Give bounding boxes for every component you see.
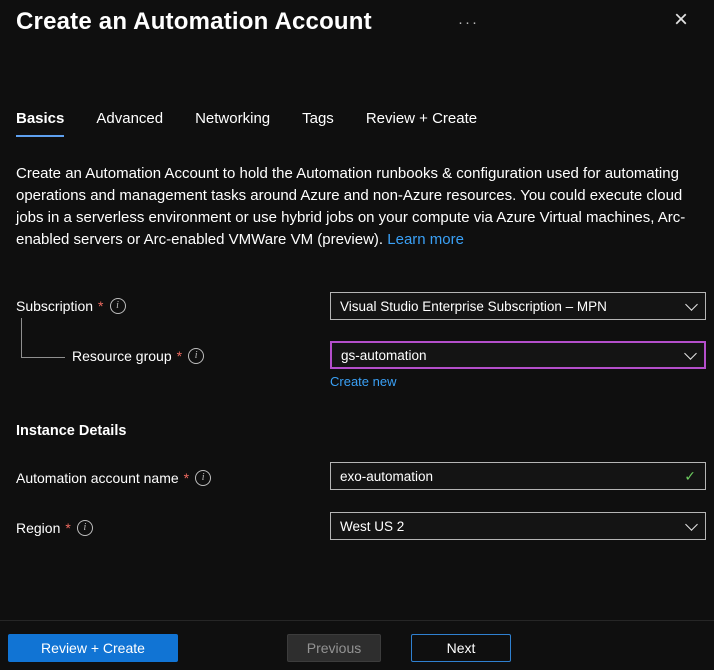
- chevron-down-icon: [685, 298, 698, 311]
- review-create-button[interactable]: Review + Create: [8, 634, 178, 662]
- description-text: Create an Automation Account to hold the…: [16, 165, 685, 248]
- previous-button[interactable]: Previous: [287, 634, 381, 662]
- tab-networking[interactable]: Networking: [195, 110, 270, 137]
- region-dropdown[interactable]: West US 2: [330, 512, 706, 540]
- info-icon[interactable]: i: [188, 348, 204, 364]
- region-label-text: Region: [16, 520, 60, 536]
- resource-group-dropdown[interactable]: gs-automation: [330, 341, 706, 369]
- resource-group-value: gs-automation: [341, 348, 427, 363]
- subscription-value: Visual Studio Enterprise Subscription – …: [340, 299, 607, 314]
- tab-advanced[interactable]: Advanced: [96, 110, 163, 137]
- automation-account-name-label: Automation account name * i: [16, 470, 211, 486]
- more-options-icon[interactable]: ···: [458, 14, 479, 31]
- required-asterisk: *: [184, 470, 189, 486]
- region-label: Region * i: [16, 520, 93, 536]
- tab-basics[interactable]: Basics: [16, 110, 64, 137]
- next-button[interactable]: Next: [411, 634, 511, 662]
- subscription-label-text: Subscription: [16, 298, 93, 314]
- automation-account-name-label-text: Automation account name: [16, 470, 179, 486]
- tab-tags[interactable]: Tags: [302, 110, 334, 137]
- required-asterisk: *: [98, 298, 103, 314]
- tab-review-create[interactable]: Review + Create: [366, 110, 477, 137]
- page-title: Create an Automation Account: [16, 8, 372, 36]
- description-paragraph: Create an Automation Account to hold the…: [16, 163, 700, 251]
- resource-group-label: Resource group * i: [72, 348, 204, 364]
- automation-account-name-input-wrapper[interactable]: ✓: [330, 462, 706, 490]
- info-icon[interactable]: i: [195, 470, 211, 486]
- chevron-down-icon: [684, 347, 697, 360]
- tab-bar: Basics Advanced Networking Tags Review +…: [16, 110, 477, 137]
- close-icon[interactable]: ×: [674, 8, 688, 32]
- info-icon[interactable]: i: [77, 520, 93, 536]
- chevron-down-icon: [685, 518, 698, 531]
- tree-connector: [21, 318, 65, 358]
- footer-divider: [0, 620, 714, 621]
- instance-details-heading: Instance Details: [16, 423, 126, 439]
- create-automation-account-dialog: Create an Automation Account ··· × Basic…: [0, 0, 714, 670]
- subscription-label: Subscription * i: [16, 298, 126, 314]
- learn-more-link[interactable]: Learn more: [387, 231, 464, 248]
- create-new-link[interactable]: Create new: [330, 374, 396, 389]
- required-asterisk: *: [65, 520, 70, 536]
- region-value: West US 2: [340, 519, 404, 534]
- automation-account-name-input[interactable]: [340, 469, 684, 484]
- resource-group-label-text: Resource group: [72, 348, 172, 364]
- required-asterisk: *: [177, 348, 182, 364]
- valid-check-icon: ✓: [684, 468, 696, 485]
- subscription-dropdown[interactable]: Visual Studio Enterprise Subscription – …: [330, 292, 706, 320]
- info-icon[interactable]: i: [110, 298, 126, 314]
